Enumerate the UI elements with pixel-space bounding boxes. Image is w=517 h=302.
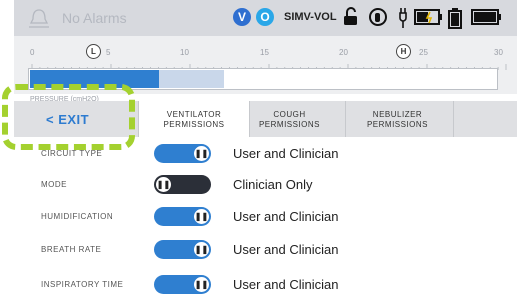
row-label: INSPIRATORY TIME: [41, 280, 124, 289]
pressure-bar: [28, 68, 498, 90]
touch-lock-icon[interactable]: [368, 7, 388, 27]
row-value: User and Clinician: [233, 277, 339, 292]
row-value: User and Clinician: [233, 209, 339, 224]
unlock-icon[interactable]: [342, 7, 360, 27]
toggle-knob: ❚❚: [156, 177, 171, 192]
alarm-status-text: No Alarms: [62, 10, 127, 26]
alarm-bell-icon: [29, 9, 49, 28]
permission-toggle[interactable]: ❚❚: [154, 144, 211, 163]
permission-row-breath-rate: BREATH RATE ❚❚ User and Clinician: [0, 235, 517, 265]
scale-tick-label: 25: [419, 48, 428, 57]
toggle-knob: ❚❚: [194, 209, 209, 224]
row-label: BREATH RATE: [41, 245, 102, 254]
permission-toggle[interactable]: ❚❚: [154, 275, 211, 294]
tab-label: PERMISSIONS: [163, 120, 225, 129]
toggle-knob: ❚❚: [194, 277, 209, 292]
tab-cough-permissions[interactable]: COUGH PERMISSIONS: [234, 101, 346, 137]
scale-tick-label: 15: [260, 48, 269, 57]
permission-row-humidification: HUMIDIFICATION ❚❚ User and Clinician: [0, 202, 517, 232]
tab-label: PERMISSIONS: [258, 120, 321, 129]
permission-row-mode: MODE ❚❚ Clinician Only: [0, 170, 517, 200]
row-value: User and Clinician: [233, 146, 339, 161]
permission-row-inspiratory-time: INSPIRATORY TIME ❚❚ User and Clinician: [0, 270, 517, 300]
scale-tick-label: 30: [494, 48, 503, 57]
ventilator-indicator: V: [233, 8, 251, 26]
pressure-bar-fill: [30, 70, 159, 88]
row-label: HUMIDIFICATION: [41, 212, 114, 221]
exit-button[interactable]: < EXIT: [14, 101, 138, 137]
low-pressure-marker[interactable]: L: [86, 44, 101, 59]
permissions-tabs: VENTILATOR PERMISSIONS COUGH PERMISSIONS…: [138, 101, 517, 137]
row-label: MODE: [41, 180, 67, 189]
scale-tick-label: 20: [339, 48, 348, 57]
scale-tick-label: 0: [30, 48, 35, 57]
plug-icon: [399, 8, 407, 28]
tab-label: COUGH: [273, 110, 306, 119]
high-pressure-marker[interactable]: H: [396, 44, 411, 59]
permission-toggle[interactable]: ❚❚: [154, 240, 211, 259]
tab-label: VENTILATOR: [166, 110, 222, 119]
permission-row-circuit-type: CIRCUIT TYPE ❚❚ User and Clinician: [0, 139, 517, 169]
tab-label: NEBULIZER: [372, 110, 423, 119]
ventilation-mode: SIMV-VOL: [284, 11, 337, 23]
row-value: User and Clinician: [233, 242, 339, 257]
row-value: Clinician Only: [233, 177, 313, 192]
toggle-knob: ❚❚: [194, 146, 209, 161]
tab-label: PERMISSIONS: [366, 120, 429, 129]
status-bar: No Alarms V O SIMV-VOL: [14, 0, 517, 36]
permission-toggle[interactable]: ❚❚: [154, 207, 211, 226]
permission-toggle[interactable]: ❚❚: [154, 175, 211, 194]
exit-button-label: < EXIT: [46, 112, 90, 127]
tab-nebulizer-permissions[interactable]: NEBULIZER PERMISSIONS: [342, 101, 454, 137]
battery-full-icon: [471, 9, 501, 25]
toggle-knob: ❚❚: [194, 242, 209, 257]
battery-icon: [448, 8, 462, 29]
battery-charging-icon: [414, 9, 442, 25]
scale-tick-label: 10: [180, 48, 189, 57]
oxygen-indicator: O: [256, 8, 274, 26]
row-label: CIRCUIT TYPE: [41, 149, 103, 158]
scale-tick-label: 5: [106, 48, 111, 57]
